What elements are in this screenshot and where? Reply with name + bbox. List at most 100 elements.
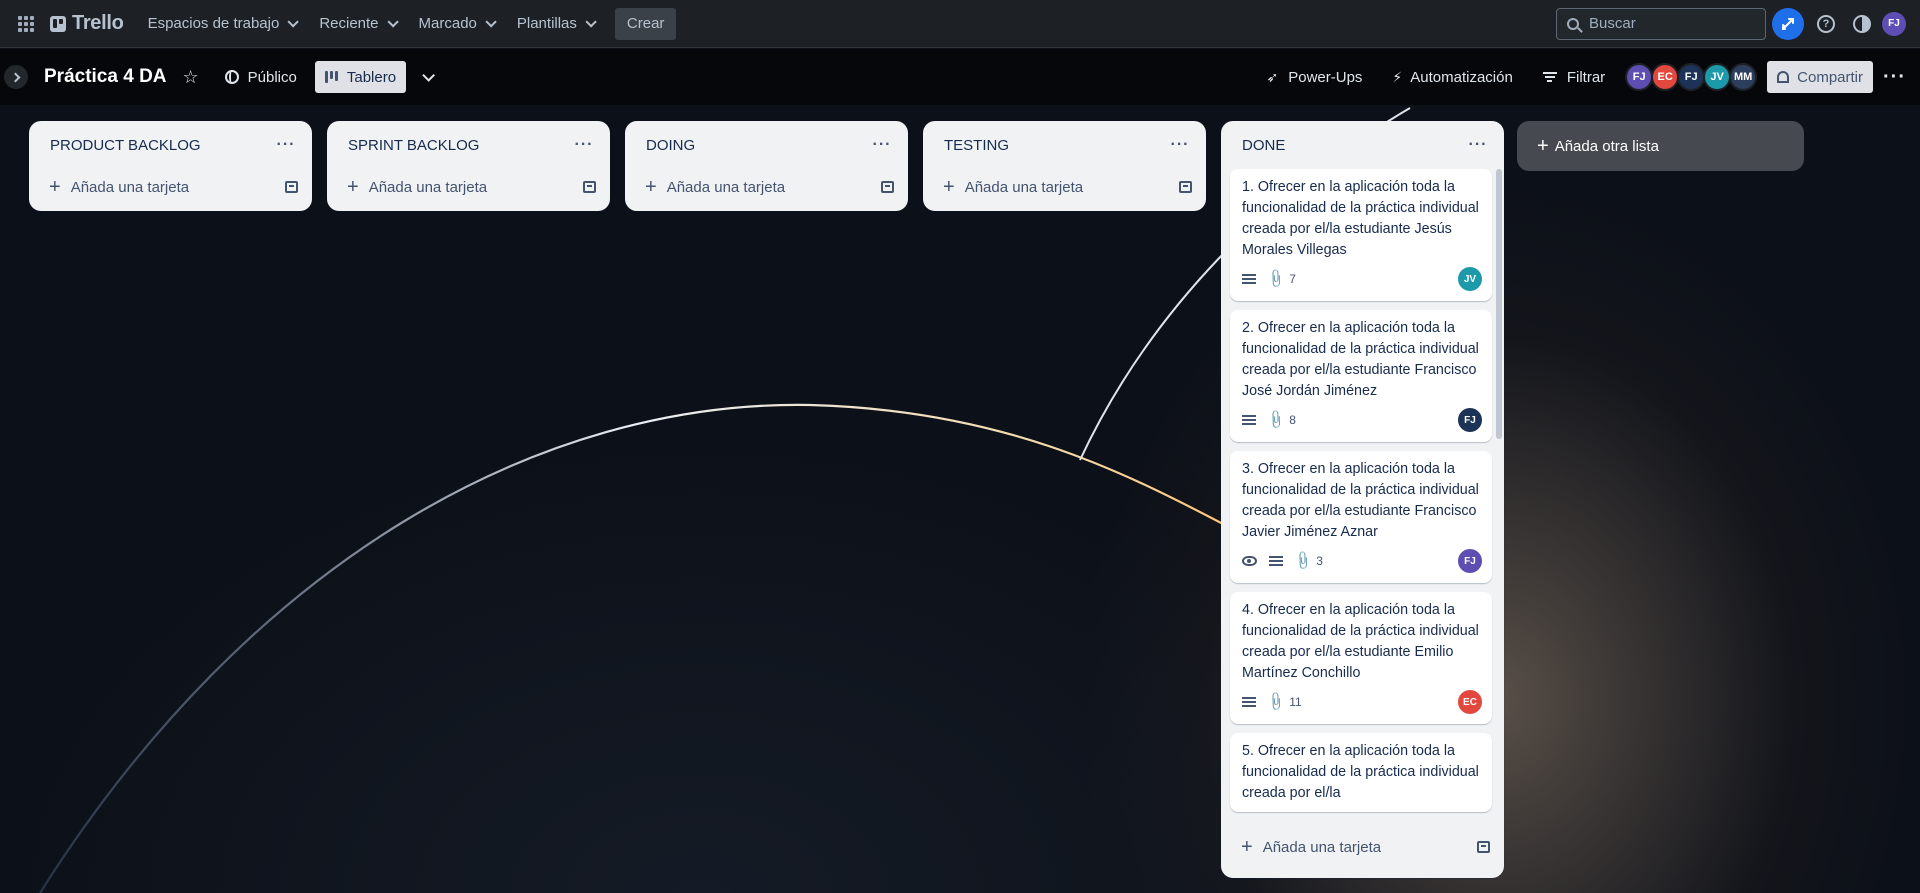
nav-menu-label: Plantillas	[516, 15, 577, 32]
card-title: 3. Ofrecer en la aplicación toda la func…	[1242, 461, 1479, 540]
card-list[interactable]: 1. Ofrecer en la aplicación toda la func…	[1221, 169, 1504, 824]
list-doing: DOING ··· + Añada una tarjeta	[625, 121, 908, 211]
card-member-avatar[interactable]: JV	[1458, 267, 1482, 291]
description-badge	[1269, 556, 1283, 566]
add-card-button[interactable]: + Añada una tarjeta	[1221, 824, 1504, 870]
notifications-button[interactable]	[1772, 7, 1804, 40]
plus-icon: +	[943, 176, 955, 198]
add-card-button[interactable]: + Añada una tarjeta	[29, 169, 312, 205]
card-template-icon[interactable]	[1179, 181, 1192, 193]
attachments-count: 3	[1316, 554, 1323, 568]
nav-menu-label: Reciente	[319, 15, 379, 32]
chevron-right-icon	[10, 72, 20, 82]
card-template-icon[interactable]	[583, 181, 596, 193]
description-badge	[1242, 697, 1256, 707]
attachments-badge: 📎 11	[1265, 691, 1301, 713]
card-template-icon[interactable]	[881, 181, 894, 193]
list-menu-icon[interactable]: ···	[1466, 136, 1490, 154]
member-avatar[interactable]: JV	[1703, 63, 1732, 91]
list-title[interactable]: DONE	[1242, 137, 1466, 154]
list-menu-icon[interactable]: ···	[274, 136, 298, 154]
sidebar-toggle-button[interactable]	[4, 65, 28, 89]
card[interactable]: 3. Ofrecer en la aplicación toda la func…	[1230, 451, 1492, 583]
visibility-label: Público	[247, 68, 297, 86]
top-nav: Trello Espacios de trabajo Reciente Marc…	[0, 0, 1920, 48]
filter-button[interactable]: Filtrar	[1535, 61, 1613, 93]
account-avatar[interactable]: FJ	[1882, 11, 1906, 36]
add-card-button[interactable]: + Añada una tarjeta	[625, 169, 908, 205]
card-template-icon[interactable]	[1477, 841, 1490, 853]
view-switcher-button[interactable]	[414, 61, 439, 93]
more-options-icon[interactable]: ···	[1883, 66, 1906, 89]
plus-icon: +	[645, 176, 657, 198]
member-avatar[interactable]: MM	[1729, 63, 1758, 91]
automation-label: Automatización	[1410, 68, 1513, 86]
list-menu-icon[interactable]: ···	[572, 136, 596, 154]
chevron-down-icon	[287, 15, 300, 28]
theme-icon	[1853, 14, 1871, 33]
board-title[interactable]: Práctica 4 DA	[44, 62, 167, 92]
card-member-avatar[interactable]: EC	[1458, 690, 1482, 714]
list-product-backlog: PRODUCT BACKLOG ··· + Añada una tarjeta	[29, 121, 312, 211]
list-title[interactable]: PRODUCT BACKLOG	[50, 137, 274, 154]
person-add-icon	[1777, 71, 1790, 83]
visibility-button[interactable]: Público	[217, 61, 305, 93]
help-button[interactable]: ?	[1810, 8, 1842, 40]
member-avatar[interactable]: FJ	[1677, 63, 1706, 91]
add-card-label: Añada una tarjeta	[368, 178, 488, 196]
board-members: FJ EC FJ JV MM	[1625, 63, 1758, 91]
search-placeholder: Buscar	[1589, 15, 1636, 32]
add-list-label: Añada otra lista	[1554, 137, 1659, 155]
card-title: 5. Ofrecer en la aplicación toda la func…	[1242, 743, 1479, 801]
list-menu-icon[interactable]: ···	[1168, 136, 1192, 154]
member-avatar[interactable]: EC	[1651, 63, 1680, 91]
chevron-down-icon	[386, 15, 399, 28]
card-member-avatar[interactable]: FJ	[1458, 408, 1482, 432]
share-button[interactable]: Compartir	[1767, 61, 1874, 93]
powerups-button[interactable]: ➶ Power-Ups	[1259, 61, 1371, 93]
list-testing: TESTING ··· + Añada una tarjeta	[923, 121, 1206, 211]
card[interactable]: 1. Ofrecer en la aplicación toda la func…	[1230, 169, 1492, 301]
card[interactable]: 2. Ofrecer en la aplicación toda la func…	[1230, 310, 1492, 442]
description-icon	[1269, 556, 1283, 566]
description-badge	[1242, 415, 1256, 425]
add-card-button[interactable]: + Añada una tarjeta	[327, 169, 610, 205]
card-title: 2. Ofrecer en la aplicación toda la func…	[1242, 320, 1479, 399]
nav-menu-label: Espacios de trabajo	[147, 15, 280, 32]
nav-recent-menu[interactable]: Reciente	[309, 8, 404, 40]
description-icon	[1242, 274, 1256, 284]
nav-workspaces-menu[interactable]: Espacios de trabajo	[138, 8, 306, 40]
plus-icon: +	[1537, 135, 1549, 157]
trello-logo[interactable]: Trello	[50, 12, 124, 35]
list-menu-icon[interactable]: ···	[870, 136, 894, 154]
add-card-button[interactable]: + Añada una tarjeta	[923, 169, 1206, 205]
list-title[interactable]: DOING	[646, 137, 870, 154]
member-avatar[interactable]: FJ	[1625, 63, 1654, 91]
list-title[interactable]: TESTING	[944, 137, 1168, 154]
list-scrollbar[interactable]	[1496, 169, 1502, 439]
trello-logo-icon	[50, 15, 66, 32]
theme-toggle-button[interactable]	[1846, 8, 1878, 40]
card[interactable]: 5. Ofrecer en la aplicación toda la func…	[1230, 733, 1492, 812]
nav-templates-menu[interactable]: Plantillas	[507, 8, 603, 40]
card-template-icon[interactable]	[285, 181, 298, 193]
star-icon[interactable]: ☆	[183, 67, 199, 88]
search-icon	[1567, 17, 1579, 30]
board-view-button[interactable]: Tablero	[314, 61, 407, 93]
card-member-avatar[interactable]: FJ	[1458, 549, 1482, 573]
automation-button[interactable]: ⚡ Automatización	[1384, 61, 1520, 93]
paperclip-icon: 📎	[1265, 408, 1288, 431]
card[interactable]: 4. Ofrecer en la aplicación toda la func…	[1230, 592, 1492, 724]
create-button[interactable]: Crear	[614, 7, 677, 40]
app-switcher-icon[interactable]	[12, 10, 40, 38]
chevron-down-icon	[585, 15, 597, 28]
list-title[interactable]: SPRINT BACKLOG	[348, 137, 572, 154]
nav-starred-menu[interactable]: Marcado	[409, 8, 503, 40]
paperclip-icon: 📎	[1265, 267, 1288, 290]
add-card-label: Añada una tarjeta	[1262, 838, 1382, 856]
attachments-count: 8	[1289, 413, 1296, 427]
search-input[interactable]: Buscar	[1556, 7, 1766, 40]
chevron-down-icon	[485, 15, 497, 28]
add-list-button[interactable]: + Añada otra lista	[1517, 121, 1804, 171]
watch-badge	[1242, 556, 1257, 566]
